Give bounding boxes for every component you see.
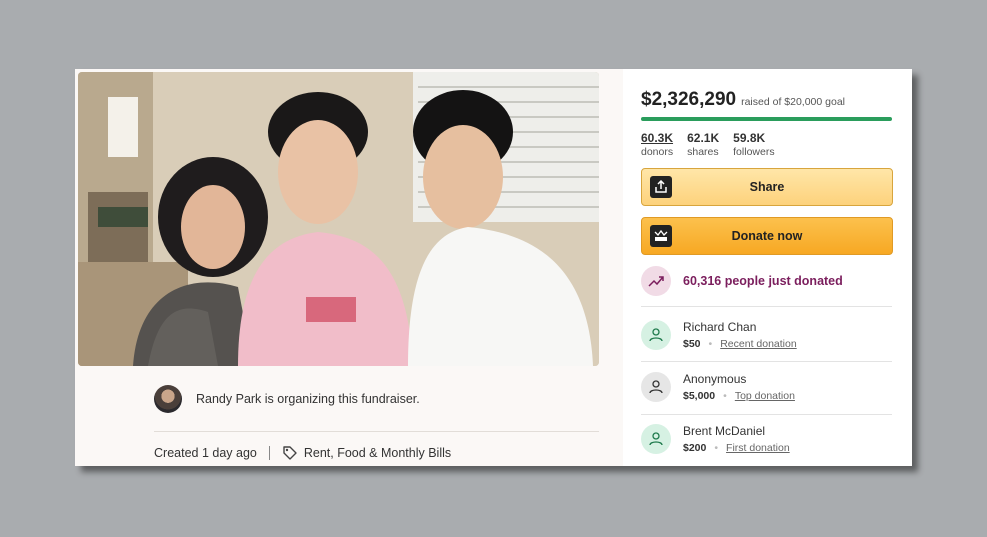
stat-label: donors	[641, 146, 674, 158]
donation-type-link[interactable]: First donation	[726, 442, 790, 454]
donor-name: Richard Chan	[683, 320, 757, 334]
stats-row: 60.3K donors 62.1K shares 59.8K follower…	[641, 131, 775, 158]
donor-name: Brent McDaniel	[683, 424, 766, 438]
donate-icon	[650, 225, 672, 247]
campaign-photo	[78, 72, 599, 366]
donation-item: Richard Chan $50 • Recent donation	[641, 320, 797, 350]
campaign-panel: Randy Park is organizing this fundraiser…	[75, 69, 623, 466]
stat-label: followers	[733, 146, 775, 158]
donation-amount: $200	[683, 442, 707, 454]
donor-icon	[641, 372, 671, 402]
stat-donors[interactable]: 60.3K donors	[641, 131, 673, 158]
meta-separator	[268, 446, 270, 460]
stat-followers: 59.8K followers	[733, 131, 774, 158]
donation-item: Brent McDaniel $200 • First donation	[641, 424, 790, 454]
stat-value: 62.1K	[687, 131, 720, 145]
organizer-row: Randy Park is organizing this fundraiser…	[154, 384, 420, 414]
created-date: Created 1 day ago	[154, 446, 257, 460]
dot-separator: •	[723, 390, 727, 402]
donation-type-link[interactable]: Top donation	[735, 390, 795, 402]
donate-button[interactable]: Donate now	[641, 217, 893, 255]
trending-up-icon	[641, 266, 671, 296]
divider	[641, 361, 892, 362]
donation-item: Anonymous $5,000 • Top donation	[641, 372, 795, 402]
donate-label: Donate now	[731, 229, 803, 243]
fundraiser-card: Randy Park is organizing this fundraiser…	[75, 69, 912, 466]
donation-amount: $5,000	[683, 390, 716, 402]
campaign-meta: Created 1 day ago Rent, Food & Monthly B…	[154, 445, 451, 461]
stat-value[interactable]: 60.3K	[641, 131, 673, 145]
divider	[154, 431, 599, 432]
share-icon	[650, 176, 672, 198]
recent-donations-summary: 60,316 people just donated	[641, 266, 843, 296]
donor-name: Anonymous	[683, 372, 747, 386]
amount-raised: $2,326,290	[641, 89, 737, 110]
dot-separator: •	[714, 442, 719, 454]
stat-value: 59.8K	[733, 131, 766, 145]
organizer-text: Randy Park is organizing this fundraiser…	[196, 392, 420, 406]
donor-icon	[641, 320, 671, 350]
family-photo-illustration	[78, 72, 599, 366]
stat-label: shares	[687, 146, 719, 158]
dot-separator: •	[708, 338, 713, 350]
organizer-avatar[interactable]	[154, 385, 182, 413]
donation-type-link[interactable]: Recent donation	[720, 338, 796, 350]
amount-row: $2,326,290 raised of $20,000 goal	[641, 89, 845, 111]
divider	[641, 414, 892, 415]
share-button[interactable]: Share	[641, 168, 893, 206]
share-label: Share	[749, 180, 785, 194]
progress-bar	[641, 117, 892, 121]
recent-donations-text: 60,316 people just donated	[683, 274, 843, 288]
progress-fill	[641, 117, 892, 121]
donation-sidebar: $2,326,290 raised of $20,000 goal 60.3K …	[623, 69, 912, 466]
divider	[641, 306, 892, 307]
donation-amount: $50	[683, 338, 701, 350]
goal-text: raised of $20,000 goal	[741, 96, 846, 108]
stat-shares: 62.1K shares	[687, 131, 719, 158]
category-link[interactable]: Rent, Food & Monthly Bills	[304, 446, 451, 460]
donor-icon	[641, 424, 671, 454]
tag-icon	[283, 446, 297, 460]
